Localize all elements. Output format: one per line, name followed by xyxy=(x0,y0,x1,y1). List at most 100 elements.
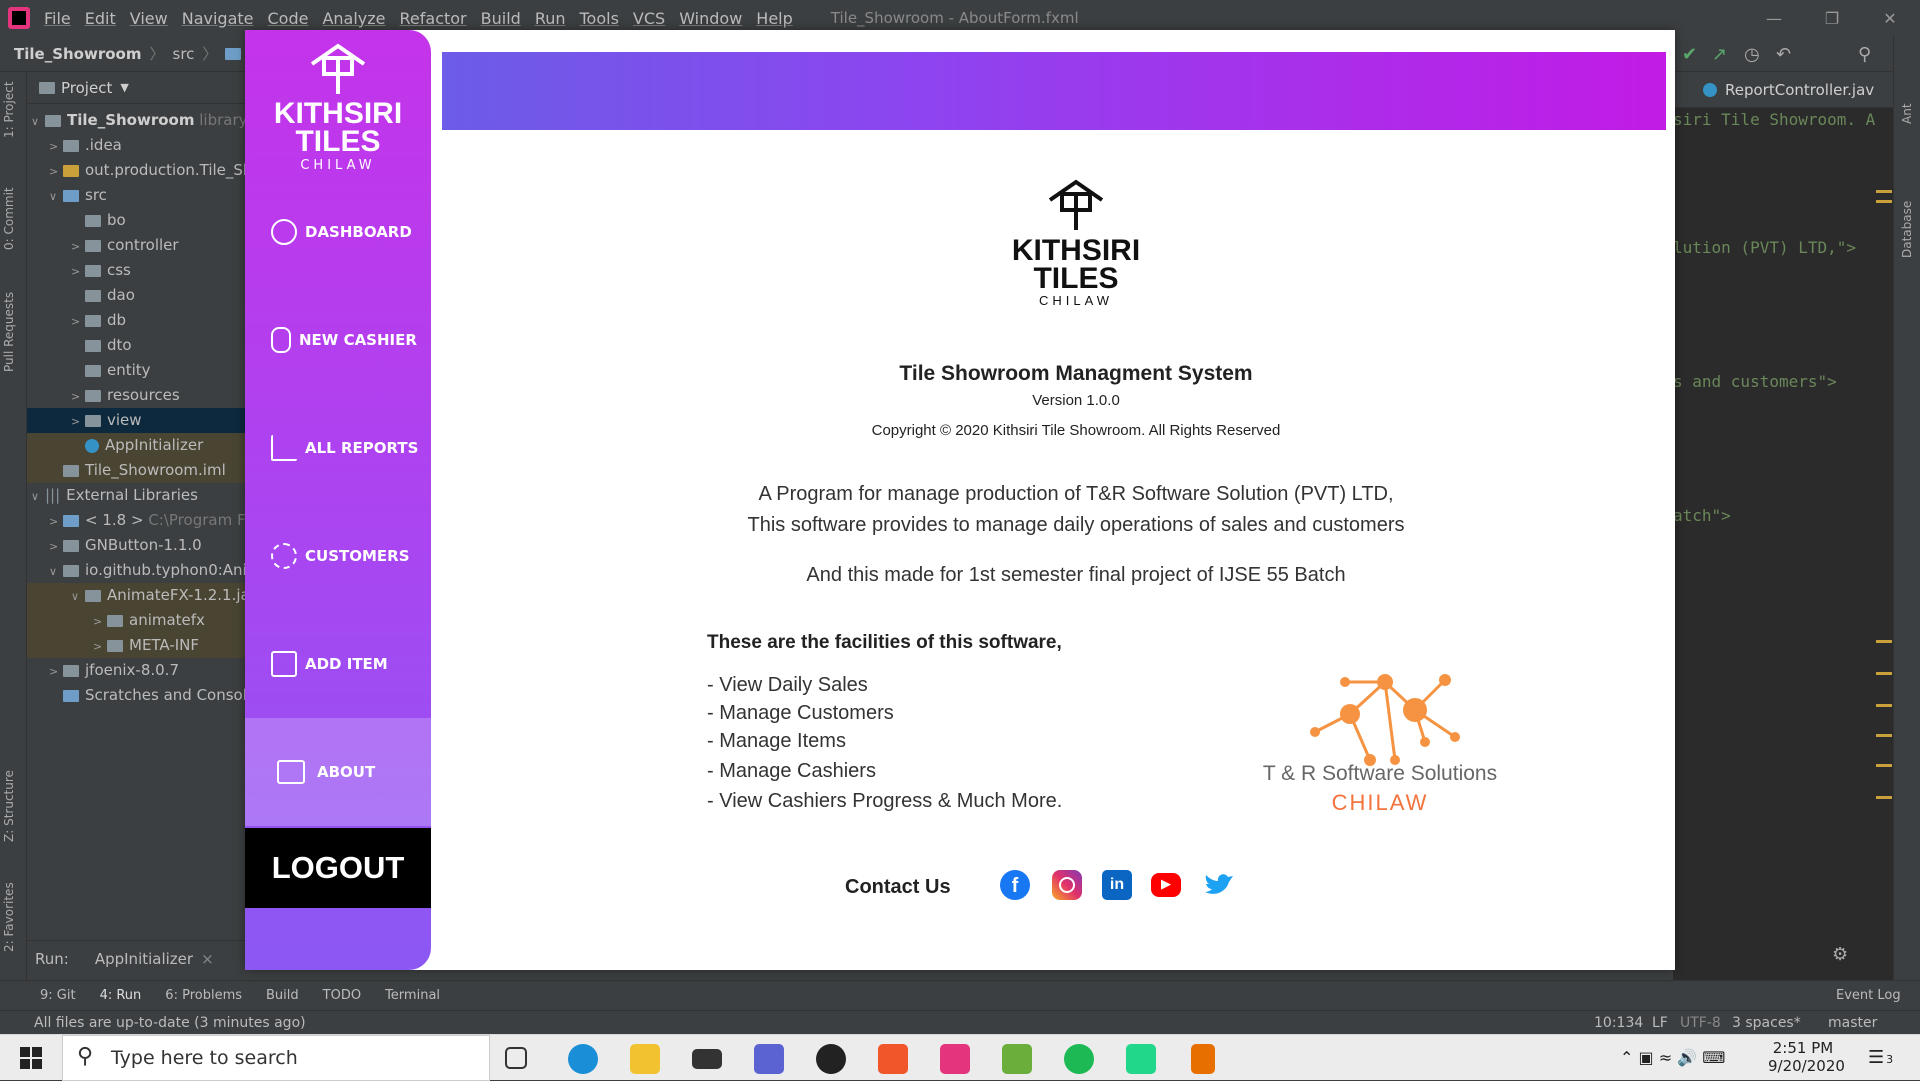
tree-item[interactable]: ∨ ||| External Libraries xyxy=(27,483,245,508)
menu-file[interactable]: File xyxy=(44,9,71,28)
editor-tab[interactable]: ReportController.jav xyxy=(1673,72,1893,108)
tool-tab-database[interactable]: Database xyxy=(1900,201,1914,258)
jetbrains-icon[interactable] xyxy=(1126,1044,1156,1074)
nav-all-reports[interactable]: ALL REPORTS xyxy=(245,394,431,502)
task-view-icon[interactable] xyxy=(505,1047,527,1069)
breadcrumb-src[interactable]: src xyxy=(173,45,195,63)
java-icon[interactable] xyxy=(1191,1044,1215,1074)
status-encoding[interactable]: UTF-8 xyxy=(1680,1015,1721,1031)
menu-vcs[interactable]: VCS xyxy=(633,9,665,28)
menu-navigate[interactable]: Navigate xyxy=(182,9,254,28)
event-log-button[interactable]: Event Log xyxy=(1836,988,1901,1003)
warning-marker[interactable] xyxy=(1876,200,1892,203)
tree-item[interactable]: > META-INF xyxy=(27,633,245,658)
tree-item[interactable]: ∨ io.github.typhon0:Ani xyxy=(27,558,245,583)
tree-item[interactable]: > out.production.Tile_Sh xyxy=(27,158,245,183)
tree-item[interactable]: > < 1.8 > C:\Program Fi xyxy=(27,508,245,533)
facebook-icon[interactable]: f xyxy=(1000,870,1030,900)
windows-start-icon[interactable] xyxy=(20,1047,42,1069)
menu-tools[interactable]: Tools xyxy=(580,9,619,28)
tool-tab-run[interactable]: 4: Run xyxy=(100,988,142,1003)
tool-tab-structure[interactable]: Z: Structure xyxy=(2,770,16,842)
checkmark-icon[interactable]: ✔ xyxy=(1682,44,1697,65)
twitter-icon[interactable] xyxy=(1203,870,1233,900)
tool-tab-favorites[interactable]: 2: Favorites xyxy=(2,882,16,952)
project-dropdown[interactable]: Project xyxy=(61,79,112,97)
status-branch[interactable]: master xyxy=(1828,1015,1877,1031)
intellij-icon[interactable] xyxy=(940,1044,970,1074)
menu-build[interactable]: Build xyxy=(481,9,521,28)
menu-help[interactable]: Help xyxy=(756,9,792,28)
clock-date[interactable]: 9/20/2020 xyxy=(1768,1057,1845,1075)
tool-tab-problems[interactable]: 6: Problems xyxy=(165,988,242,1003)
menu-analyze[interactable]: Analyze xyxy=(322,9,385,28)
status-indent[interactable]: 3 spaces* xyxy=(1732,1015,1801,1031)
arrow-up-right-icon[interactable]: ↗ xyxy=(1712,44,1727,65)
tool-tab-build[interactable]: Build xyxy=(266,988,299,1003)
tree-item[interactable]: > animatefx xyxy=(27,608,245,633)
close-icon[interactable]: × xyxy=(201,950,214,968)
xbox-icon[interactable] xyxy=(816,1044,846,1074)
warning-marker[interactable] xyxy=(1876,672,1892,675)
menu-view[interactable]: View xyxy=(130,9,168,28)
warning-marker[interactable] xyxy=(1876,796,1892,799)
search-icon[interactable]: ⚲ xyxy=(1858,44,1871,65)
menu-window[interactable]: Window xyxy=(679,9,742,28)
minimize-icon[interactable]: — xyxy=(1745,0,1803,36)
warning-marker[interactable] xyxy=(1876,190,1892,193)
tree-item[interactable]: Scratches and Consoles xyxy=(27,683,245,708)
spotify-icon[interactable] xyxy=(1064,1044,1094,1074)
tool-tab-git[interactable]: 9: Git xyxy=(40,988,76,1003)
tree-item[interactable]: > resources xyxy=(27,383,245,408)
tree-item[interactable]: > controller xyxy=(27,233,245,258)
tree-item[interactable]: AppInitializer xyxy=(27,433,245,458)
tree-item[interactable]: bo xyxy=(27,208,245,233)
tool-tab-commit[interactable]: 0: Commit xyxy=(2,187,16,250)
nav-dashboard[interactable]: DASHBOARD xyxy=(245,178,431,286)
tree-item[interactable]: dao xyxy=(27,283,245,308)
brave-icon[interactable] xyxy=(878,1044,908,1074)
nav-about[interactable]: ABOUT xyxy=(245,718,431,826)
breadcrumb-project[interactable]: Tile_Showroom xyxy=(14,45,141,63)
nav-customers[interactable]: CUSTOMERS xyxy=(245,502,431,610)
warning-marker[interactable] xyxy=(1876,640,1892,643)
tool-tab-pull-requests[interactable]: Pull Requests xyxy=(2,292,16,372)
tree-item[interactable]: > db xyxy=(27,308,245,333)
history-icon[interactable]: ◷ xyxy=(1744,44,1760,65)
taskbar-search-input[interactable]: ⚲ Type here to search xyxy=(62,1035,490,1081)
tool-tab-ant[interactable]: Ant xyxy=(1900,103,1914,124)
edge-icon[interactable] xyxy=(568,1044,598,1074)
youtube-icon[interactable]: ▶ xyxy=(1151,873,1181,897)
undo-icon[interactable]: ↶ xyxy=(1776,44,1791,65)
linkedin-icon[interactable]: in xyxy=(1102,870,1132,900)
app-icon[interactable] xyxy=(754,1044,784,1074)
tree-item[interactable]: > jfoenix-8.0.7 xyxy=(27,658,245,683)
tree-item[interactable]: > .idea xyxy=(27,133,245,158)
instagram-icon[interactable] xyxy=(1052,870,1082,900)
tree-item[interactable]: > css xyxy=(27,258,245,283)
logout-button[interactable]: LOGOUT xyxy=(245,828,431,908)
tree-item[interactable]: dto xyxy=(27,333,245,358)
warning-marker[interactable] xyxy=(1876,704,1892,707)
file-explorer-icon[interactable] xyxy=(630,1044,660,1074)
tool-tab-todo[interactable]: TODO xyxy=(323,988,361,1003)
notification-icon[interactable]: ☰ 3 xyxy=(1868,1047,1893,1068)
menu-run[interactable]: Run xyxy=(535,9,566,28)
mail-icon[interactable] xyxy=(692,1049,722,1069)
run-tab-appinitializer[interactable]: AppInitializer xyxy=(95,950,193,968)
tree-item-selected[interactable]: > view xyxy=(27,408,245,433)
status-position[interactable]: 10:134 xyxy=(1594,1015,1643,1031)
restore-icon[interactable]: ❐ xyxy=(1803,0,1861,36)
menu-edit[interactable]: Edit xyxy=(85,9,116,28)
menu-refactor[interactable]: Refactor xyxy=(400,9,467,28)
sheets-icon[interactable] xyxy=(1002,1044,1032,1074)
warning-marker[interactable] xyxy=(1876,734,1892,737)
tool-tab-project[interactable]: 1: Project xyxy=(2,81,16,138)
warning-marker[interactable] xyxy=(1876,764,1892,767)
tree-item[interactable]: Tile_Showroom.iml xyxy=(27,458,245,483)
clock-time[interactable]: 2:51 PM xyxy=(1768,1039,1838,1057)
tree-item[interactable]: entity xyxy=(27,358,245,383)
nav-new-cashier[interactable]: NEW CASHIER xyxy=(245,286,431,394)
tree-item[interactable]: ∨Tile_Showroom library r xyxy=(27,108,245,133)
tree-item[interactable]: ∨ src xyxy=(27,183,245,208)
